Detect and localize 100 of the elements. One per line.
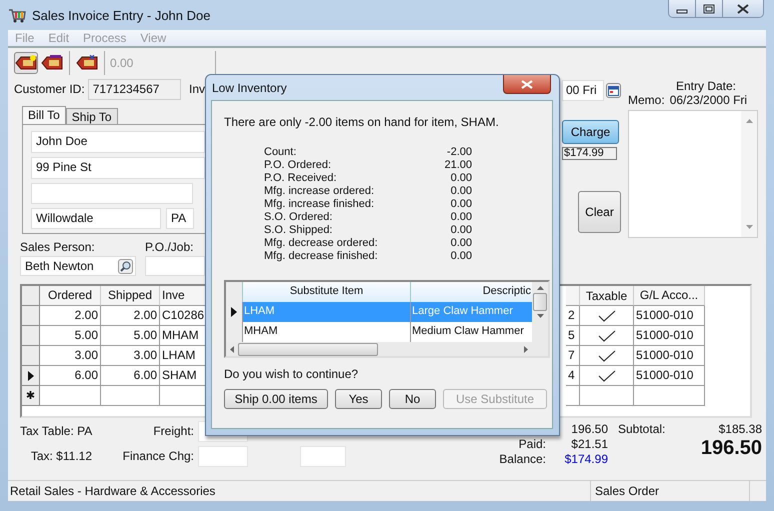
city-field[interactable]: Willowdale	[31, 208, 161, 229]
charge-button[interactable]: Charge	[562, 120, 619, 144]
table-cell[interactable]	[580, 386, 634, 406]
close-icon	[521, 80, 533, 88]
current-row-icon	[231, 307, 237, 317]
cart-icon	[8, 7, 26, 23]
row-header-cell[interactable]	[22, 346, 40, 366]
stat-value: 0.00	[450, 224, 472, 237]
search-icon	[120, 260, 131, 272]
close-button[interactable]	[503, 75, 551, 94]
memo-label: Memo:	[628, 93, 665, 107]
stat-value: 0.00	[450, 198, 472, 211]
field-label: P.O./Job:	[145, 240, 194, 254]
field-label: Finance Chg:	[122, 449, 194, 463]
stat-label: S.O. Ordered:	[264, 211, 334, 224]
column-header[interactable]: Shipped	[101, 286, 160, 306]
paid-value: $21.51	[570, 437, 608, 452]
dialog-button[interactable]: No	[389, 389, 436, 409]
close-button[interactable]	[723, 0, 763, 17]
memo-field[interactable]	[628, 110, 758, 238]
scrollbar[interactable]	[741, 111, 757, 237]
table-cell: 6.00	[40, 366, 101, 386]
amount-label: 0.00	[110, 56, 134, 70]
column-header[interactable]: Ordered	[40, 286, 101, 306]
table-cell: 51000-010	[634, 306, 705, 326]
item-description: Medium Claw Hammer	[411, 324, 525, 339]
date-field[interactable]: 00 Fri	[562, 80, 604, 101]
right-arrow-icon	[524, 346, 528, 352]
table-cell: 3.00	[40, 346, 101, 366]
total-value: 196.50	[570, 422, 608, 437]
entry-date-value: 06/23/2000 Fri	[670, 93, 748, 107]
column-header[interactable]: Substitute Item	[243, 282, 411, 302]
price-tag-icon	[15, 55, 37, 71]
row-header-cell[interactable]	[22, 306, 40, 326]
tax-label: Tax: $11.12	[30, 449, 92, 463]
row-header-cell[interactable]	[22, 326, 40, 346]
minimize-button[interactable]	[669, 0, 696, 17]
paid-label: Paid:	[518, 437, 546, 452]
price-tag-button[interactable]	[14, 52, 38, 74]
name-field[interactable]: John Doe	[31, 131, 205, 153]
message-text: There are only -2.00 items on hand for item, SHAM.	[224, 115, 500, 129]
column-header[interactable]: Descriptic	[411, 282, 532, 302]
calendar-button[interactable]	[606, 83, 621, 98]
table-cell: 3.00	[101, 346, 160, 366]
field-label: Inv	[188, 82, 205, 96]
stat-label: S.O. Shipped:	[264, 224, 334, 237]
tax-table-label: Tax Table: PA	[19, 424, 94, 438]
table-cell: 2.00	[101, 306, 160, 326]
table-cell: 5.00	[101, 326, 160, 346]
stat-label: Mfg. increase finished:	[264, 198, 376, 211]
column-header[interactable]: G/L Acco...	[634, 286, 705, 306]
stat-value: 0.00	[450, 172, 472, 185]
stat-value: -2.00	[446, 146, 472, 159]
finance-charge-field[interactable]	[198, 446, 248, 466]
table-cell[interactable]	[566, 386, 580, 406]
close-icon	[736, 4, 750, 14]
dialog-button[interactable]: Yes	[335, 389, 382, 409]
dialog-button[interactable]: Ship 0.00 items	[224, 389, 328, 409]
stat-label: Mfg. increase ordered:	[264, 185, 376, 198]
stat-value: 21.00	[443, 159, 472, 172]
table-cell[interactable]	[634, 386, 705, 406]
scrollbar[interactable]	[532, 282, 548, 356]
table-cell[interactable]	[101, 386, 160, 406]
subtotal-value: $185.38	[718, 422, 762, 436]
scroll-thumb[interactable]	[238, 342, 378, 356]
row-header-cell[interactable]	[22, 366, 40, 386]
charge-amount: $174.99	[562, 147, 617, 160]
amount-field[interactable]	[300, 446, 346, 466]
state-field[interactable]: PA	[166, 208, 194, 229]
row-header-cell[interactable]: ✱	[22, 386, 40, 406]
up-arrow-icon	[746, 119, 752, 123]
street-field[interactable]: 99 Pine St	[31, 157, 205, 179]
sales-person-field[interactable]: Beth Newton	[20, 256, 136, 276]
table-row[interactable]: MHAM Medium Claw Hammer	[226, 322, 532, 342]
entry-date-label: Entry Date:	[674, 79, 738, 93]
status-text: Retail Sales - Hardware & Accessories	[8, 481, 591, 501]
customer-id-field[interactable]: 7171234567	[88, 78, 181, 100]
scroll-thumb[interactable]	[533, 293, 547, 311]
field-label: Customer ID:	[14, 82, 85, 96]
column-header[interactable]: Taxable	[580, 286, 634, 306]
sales-person-value: Beth Newton	[25, 259, 95, 273]
table-cell: 4	[566, 366, 580, 386]
clear-button[interactable]: Clear	[578, 191, 621, 233]
tab[interactable]: Bill To	[22, 106, 66, 124]
horizontal-scrollbar[interactable]	[226, 342, 532, 356]
subtotal-label: Subtotal:	[618, 422, 666, 436]
column-header[interactable]: Inve	[160, 286, 205, 306]
search-button[interactable]	[118, 258, 133, 274]
tab[interactable]: Ship To	[66, 108, 118, 124]
stat-value: 0.00	[450, 185, 472, 198]
maximize-button[interactable]	[696, 0, 723, 17]
table-cell: 6.00	[101, 366, 160, 386]
address-field[interactable]	[31, 183, 193, 204]
table-cell: 5.00	[40, 326, 101, 346]
table-cell: 51000-010	[634, 346, 705, 366]
table-cell[interactable]	[40, 386, 101, 406]
balance-label: Balance:	[499, 452, 546, 467]
stat-label: Mfg. decrease finished:	[264, 250, 379, 263]
item-description: Large Claw Hammer	[411, 304, 514, 319]
po-job-field[interactable]	[145, 256, 205, 276]
